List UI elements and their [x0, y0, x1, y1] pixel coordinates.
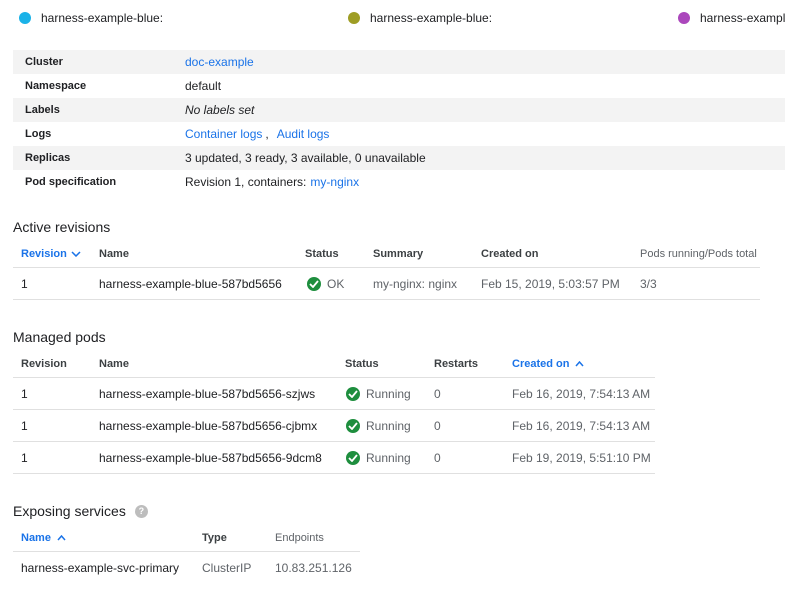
- check-circle-icon: [346, 419, 360, 433]
- active-revisions-table: Revision Name Status Summary Created on …: [13, 240, 760, 300]
- table-row[interactable]: 1 harness-example-blue-587bd5656-cjbmx R…: [13, 410, 655, 442]
- detail-label: Labels: [25, 104, 60, 116]
- column-header-revision[interactable]: Revision: [21, 240, 81, 268]
- detail-row-replicas: Replicas 3 updated, 3 ready, 3 available…: [13, 146, 785, 170]
- detail-label: Replicas: [25, 152, 71, 164]
- detail-row-namespace: Namespace default: [13, 74, 785, 98]
- endpoints-cell: 10.83.251.126: [275, 561, 352, 575]
- services-table: Name Type Endpoints harness-example-svc-…: [13, 524, 360, 584]
- summary-cell: my-nginx: nginx: [373, 277, 458, 291]
- exposing-services-heading: Exposing services ?: [13, 503, 148, 519]
- revision-cell: 1: [21, 419, 28, 433]
- column-header-created[interactable]: Created on: [512, 350, 585, 378]
- podspec-value: Revision 1, containers: my-nginx: [185, 175, 359, 189]
- active-revisions-title: Active revisions: [13, 219, 111, 235]
- detail-label: Cluster: [25, 56, 63, 68]
- arrow-up-icon: [575, 361, 585, 367]
- column-header-status[interactable]: Status: [305, 240, 339, 268]
- status-cell: OK: [307, 268, 344, 300]
- column-header-endpoints[interactable]: Endpoints: [275, 524, 324, 552]
- type-cell: ClusterIP: [202, 561, 252, 575]
- pods-cell: 3/3: [640, 277, 657, 291]
- detail-row-cluster: Cluster doc-example: [13, 50, 785, 74]
- column-header-revision[interactable]: Revision: [21, 350, 67, 378]
- restarts-cell: 0: [434, 451, 441, 465]
- status-cell: Running: [346, 442, 411, 474]
- table-header: Name Type Endpoints: [13, 524, 360, 552]
- column-header-type[interactable]: Type: [202, 524, 227, 552]
- logs-separator: ,: [265, 127, 269, 141]
- detail-row-labels: Labels No labels set: [13, 98, 785, 122]
- status-text: Running: [366, 451, 411, 465]
- check-circle-icon: [346, 451, 360, 465]
- status-cell: Running: [346, 410, 411, 442]
- table-header: Revision Name Status Restarts Created on: [13, 350, 655, 378]
- name-cell[interactable]: harness-example-blue-587bd5656: [99, 268, 282, 300]
- restarts-cell: 0: [434, 419, 441, 433]
- revision-cell: 1: [21, 277, 28, 291]
- legend-label: harness-example-blue:: [370, 11, 493, 25]
- legend-label: harness-example-blue:: [41, 11, 164, 25]
- column-header-pods[interactable]: Pods running/Pods total: [640, 240, 757, 268]
- table-row[interactable]: 1 harness-example-blue-587bd5656-9dcm8 R…: [13, 442, 655, 474]
- circle-dot-icon: [678, 12, 690, 24]
- podspec-prefix: Revision 1, containers:: [185, 175, 307, 189]
- managed-pods-table: Revision Name Status Restarts Created on…: [13, 350, 655, 474]
- container-link[interactable]: my-nginx: [310, 175, 359, 189]
- table-row[interactable]: 1 harness-example-blue-587bd5656-szjws R…: [13, 378, 655, 410]
- managed-pods-title: Managed pods: [13, 329, 106, 345]
- status-text: Running: [366, 419, 411, 433]
- replicas-value: 3 updated, 3 ready, 3 available, 0 unava…: [185, 151, 426, 165]
- chevron-down-icon: [71, 251, 81, 257]
- status-text: Running: [366, 387, 411, 401]
- logs-value: Container logs , Audit logs: [185, 127, 329, 141]
- created-cell: Feb 15, 2019, 5:03:57 PM: [481, 277, 620, 291]
- name-cell[interactable]: harness-example-blue-587bd5656-cjbmx: [99, 410, 317, 442]
- help-icon[interactable]: ?: [134, 504, 148, 518]
- detail-label: Pod specification: [25, 176, 117, 188]
- table-header: Revision Name Status Summary Created on …: [13, 240, 760, 268]
- column-header-name[interactable]: Name: [21, 524, 66, 552]
- detail-label: Namespace: [25, 80, 87, 92]
- name-cell[interactable]: harness-example-blue-587bd5656-9dcm8: [99, 442, 322, 474]
- circle-dot-icon: [348, 12, 360, 24]
- service-name-cell[interactable]: harness-example-svc-primary: [21, 552, 179, 584]
- check-circle-icon: [346, 387, 360, 401]
- labels-value: No labels set: [185, 103, 255, 117]
- status-text: OK: [327, 277, 345, 291]
- column-header-created[interactable]: Created on: [481, 240, 538, 268]
- detail-row-podspec: Pod specification Revision 1, containers…: [13, 170, 785, 194]
- name-cell[interactable]: harness-example-blue-587bd5656-szjws: [99, 378, 315, 410]
- table-row[interactable]: 1 harness-example-blue-587bd5656 OK my-n…: [13, 268, 760, 300]
- legend-item-2[interactable]: harness-example-blue:: [678, 10, 785, 26]
- column-header-name[interactable]: Name: [99, 350, 129, 378]
- legend-item-0[interactable]: harness-example-blue:: [19, 10, 163, 26]
- column-header-summary[interactable]: Summary: [373, 240, 423, 268]
- audit-logs-link[interactable]: Audit logs: [277, 127, 330, 141]
- exposing-services-title: Exposing services: [13, 503, 126, 519]
- container-logs-link[interactable]: Container logs: [185, 127, 262, 141]
- legend-label: harness-example-blue:: [700, 11, 785, 25]
- namespace-value: default: [185, 79, 222, 93]
- table-row[interactable]: harness-example-svc-primary ClusterIP 10…: [13, 552, 360, 584]
- column-header-restarts[interactable]: Restarts: [434, 350, 478, 378]
- column-header-name[interactable]: Name: [99, 240, 129, 268]
- created-cell: Feb 16, 2019, 7:54:13 AM: [512, 387, 651, 401]
- details-table: Cluster doc-example Namespace default La…: [13, 50, 785, 194]
- circle-dot-icon: [19, 12, 31, 24]
- revision-cell: 1: [21, 451, 28, 465]
- created-cell: Feb 19, 2019, 5:51:10 PM: [512, 451, 651, 465]
- created-cell: Feb 16, 2019, 7:54:13 AM: [512, 419, 651, 433]
- legend-item-1[interactable]: harness-example-blue:: [348, 10, 492, 26]
- arrow-up-icon: [57, 535, 66, 541]
- revision-cell: 1: [21, 387, 28, 401]
- column-header-status[interactable]: Status: [345, 350, 379, 378]
- cluster-link[interactable]: doc-example: [185, 55, 254, 69]
- detail-label: Logs: [25, 128, 52, 140]
- status-cell: Running: [346, 378, 411, 410]
- restarts-cell: 0: [434, 387, 441, 401]
- check-circle-icon: [307, 277, 321, 291]
- detail-row-logs: Logs Container logs , Audit logs: [13, 122, 785, 146]
